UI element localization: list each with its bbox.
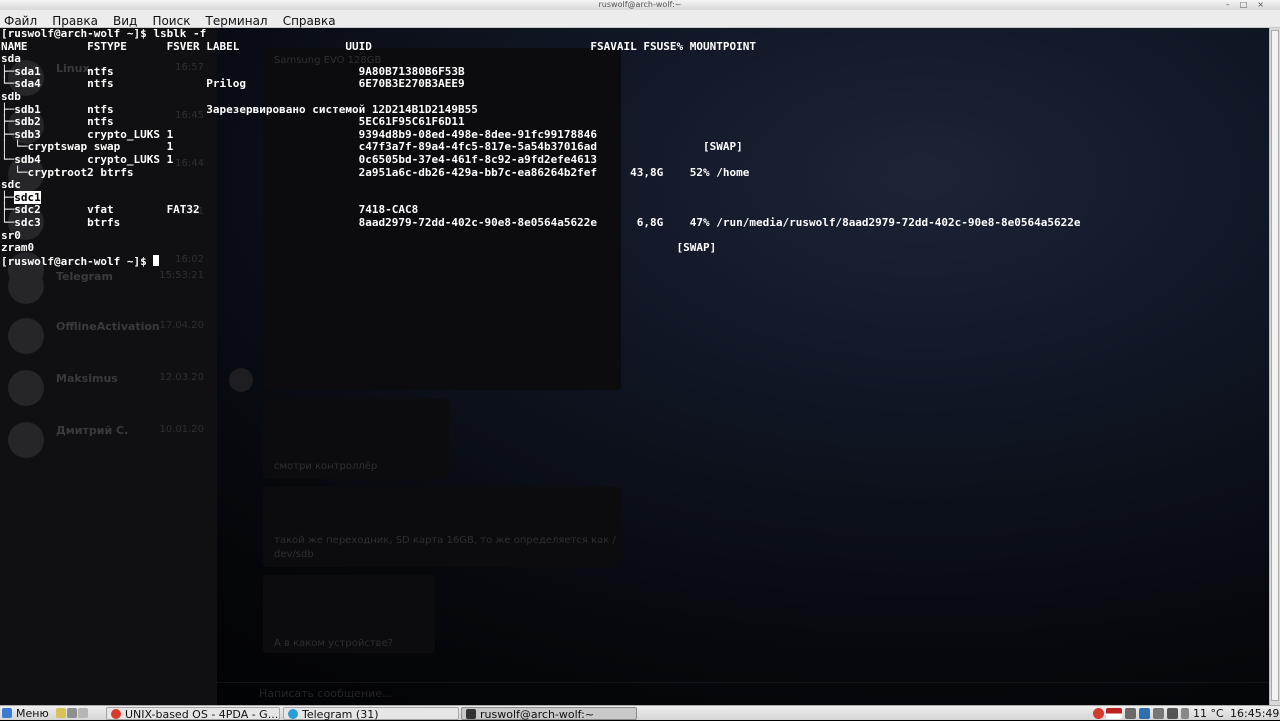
avatar — [229, 368, 253, 392]
scrollbar-thumb[interactable] — [1271, 30, 1279, 701]
terminal-line-text: [ruswolf@arch-wolf ~]$ — [1, 254, 154, 268]
network-icon[interactable] — [1125, 708, 1136, 719]
bluetooth-icon[interactable] — [1139, 708, 1150, 719]
terminal-icon — [466, 709, 476, 719]
terminal-line: sdc — [1, 178, 1080, 192]
terminal-line-text: zram0 [SWAP] — [1, 241, 717, 255]
terminal-line: NAME FSTYPE FSVER LABEL UUID FSAVAIL FSU… — [1, 39, 1080, 54]
terminal-line-text: NAME FSTYPE FSVER LABEL UUID FSAVAIL FSU… — [1, 39, 756, 53]
terminal-line-text: ├─ — [1, 190, 15, 204]
close-icon[interactable]: × — [1257, 0, 1274, 9]
terminal-line: └─cryptroot2 btrfs 2a951a6c-db26-429a-bb… — [1, 165, 1080, 180]
terminal-scrollbar[interactable] — [1269, 28, 1280, 705]
terminal-line-text: ├─sdb2 ntfs 5EC61F95C61F6D11 — [1, 115, 465, 129]
terminal-line: zram0 [SWAP] — [1, 241, 1080, 255]
chat-row: Maksimus 12.03.20 — [8, 368, 208, 408]
terminal-line-text: ├─sdb3 crypto_LUKS 1 9394d8b9-08ed-498e-… — [1, 127, 598, 141]
chat-time: 12.03.20 — [159, 372, 204, 383]
terminal-line-text: sdc — [1, 178, 21, 192]
chat-row: Дмитрий С. 10.01.20 — [8, 420, 208, 460]
text-cursor — [153, 254, 160, 266]
terminal-output: [ruswolf@arch-wolf ~]$ lsblk -f NAME FSTY… — [1, 28, 1080, 267]
task-label: Telegram (31) — [302, 708, 379, 721]
terminal-line-text: └─cryptroot2 btrfs 2a951a6c-db26-429a-bb… — [1, 165, 750, 179]
terminal-line: [ruswolf@arch-wolf ~]$ — [1, 254, 1080, 268]
terminal-line-text: └─sdc3 btrfs 8aad2979-72dd-402c-90e8-8e0… — [1, 215, 1081, 229]
menu-icon — [2, 708, 12, 718]
terminal-line: └─sda4 ntfs Prilog 6E70B3E270B3AEE9 — [1, 78, 1080, 91]
avatar — [8, 422, 44, 458]
battery-icon[interactable] — [1181, 708, 1189, 719]
chat-name: Дмитрий С. — [56, 424, 129, 437]
telegram-icon — [288, 709, 298, 719]
terminal-line: └─sdc3 btrfs 8aad2979-72dd-402c-90e8-8e0… — [1, 215, 1081, 230]
chat-row: Telegram 15:53:21 — [8, 266, 208, 306]
window-controls[interactable]: –□× — [1226, 0, 1274, 10]
input-placeholder: Написать сообщение... — [259, 687, 393, 700]
chat-time: 15:53:21 — [159, 270, 204, 281]
terminal-line-text: ├─sdb1 ntfs Зарезервировано системой 12D… — [1, 102, 478, 116]
files-icon[interactable] — [56, 708, 66, 718]
clock[interactable]: 16:45:49 — [1230, 707, 1279, 720]
minimize-icon[interactable]: – — [1226, 0, 1240, 9]
volume-icon[interactable] — [1167, 708, 1178, 719]
chat-name: Telegram — [56, 270, 113, 283]
chat-time: 17.04.20 — [159, 320, 204, 331]
terminal-line-text: └─sdb4 crypto_LUKS 1 0c6505bd-37e4-461f-… — [1, 152, 598, 166]
task-label: ruswolf@arch-wolf:~ — [480, 708, 595, 721]
notification-icon[interactable] — [1093, 708, 1104, 719]
terminal-line-text: ├─sda1 ntfs 9A80B71380B6F53B — [1, 64, 465, 78]
background-message-bubble — [263, 487, 621, 567]
avatar — [8, 268, 44, 304]
menu-bar: Файл Правка Вид Поиск Терминал Справка — [0, 10, 1280, 28]
chat-name: Maksimus — [56, 372, 118, 385]
clipboard-icon[interactable] — [1153, 708, 1164, 719]
maximize-icon[interactable]: □ — [1240, 0, 1258, 9]
selected-text[interactable]: sdc1 — [14, 190, 41, 204]
task-terminal[interactable]: ruswolf@arch-wolf:~ — [461, 707, 637, 721]
quick-launch — [56, 707, 104, 720]
background-message-input: Написать сообщение... — [217, 682, 1280, 705]
avatar — [8, 370, 44, 406]
chat-time: 10.01.20 — [159, 424, 204, 435]
desktop-icon[interactable] — [78, 708, 88, 718]
task-label: UNIX-based OS - 4PDA - G... — [125, 708, 279, 721]
avatar — [8, 318, 44, 354]
start-menu-label: Меню — [16, 707, 49, 720]
terminal-line-text: │ └─cryptswap swap 1 c47f3a7f-89a4-4fc5-… — [1, 140, 743, 154]
weather-temperature[interactable]: 11 °C — [1193, 707, 1224, 720]
background-message: смотри контроллёр — [274, 461, 378, 472]
background-message: А в каком устройстве? — [274, 638, 394, 649]
terminal-area[interactable]: Linux 16:57 16:45 16:44 16:41 16:02 Teleg… — [0, 28, 1280, 705]
chat-row: OfflineActivation 17.04.20 — [8, 316, 208, 356]
task-telegram[interactable]: Telegram (31) — [283, 707, 459, 721]
terminal-line-text: └─sda4 ntfs Prilog 6E70B3E270B3AEE9 — [1, 77, 465, 91]
terminal-line-text: [ruswolf@arch-wolf ~]$ lsblk -f — [1, 28, 207, 40]
task-browser[interactable]: UNIX-based OS - 4PDA - G... — [106, 707, 280, 721]
chrome-icon — [111, 709, 121, 719]
window-title: ruswolf@arch-wolf:~ — [598, 0, 682, 9]
taskbar: Меню UNIX-based OS - 4PDA - G... Telegra… — [0, 705, 1280, 721]
terminal-line-text: sda — [1, 52, 21, 66]
background-message: такой же переходник, SD карта 16GB, то ж… — [274, 535, 616, 546]
terminal-line-text: sr0 — [1, 228, 21, 242]
us-flag-icon[interactable] — [1106, 708, 1122, 719]
chat-name: OfflineActivation — [56, 320, 160, 333]
start-menu-button[interactable]: Меню — [2, 707, 54, 720]
terminal-line-text: ├─sdc2 vfat FAT32 7418-CAC8 — [1, 203, 419, 217]
terminal-launch-icon[interactable] — [67, 708, 77, 718]
terminal-line-text: sdb — [1, 89, 21, 103]
background-message: dev/sdb — [274, 549, 314, 560]
